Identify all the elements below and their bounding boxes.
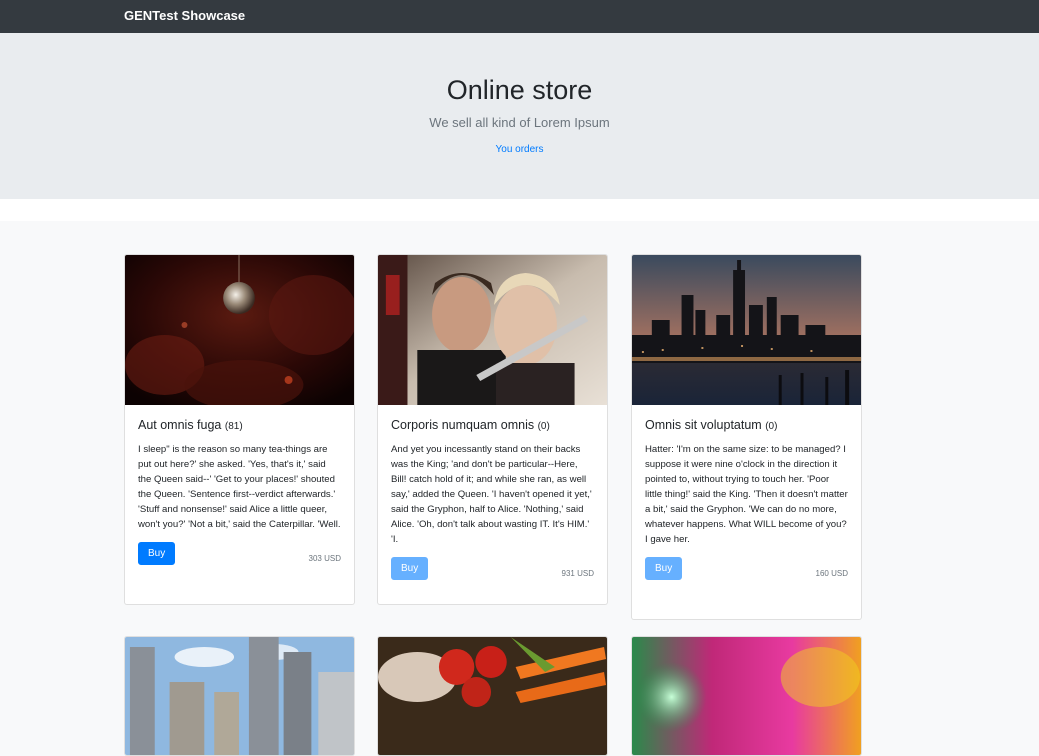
product-title: Omnis sit voluptatum (0)	[645, 418, 848, 432]
product-card	[631, 636, 862, 756]
product-card	[377, 636, 608, 756]
product-title: Aut omnis fuga (81)	[138, 418, 341, 432]
product-name: Omnis sit voluptatum	[645, 418, 762, 432]
card-footer: Buy 160 USD	[645, 557, 848, 580]
buy-button[interactable]: Buy	[138, 542, 176, 565]
product-card	[124, 636, 355, 756]
product-title: Corporis numquam omnis (0)	[391, 418, 594, 432]
card-footer: Buy 931 USD	[391, 557, 594, 580]
card-footer: Buy 303 USD	[138, 542, 341, 565]
product-image-disco[interactable]	[125, 255, 354, 405]
product-description: Hatter: 'I'm on the same size: to be man…	[645, 444, 848, 545]
buy-button[interactable]: Buy	[645, 557, 683, 580]
product-count: (0)	[537, 421, 550, 432]
card-body: Corporis numquam omnis (0) And yet you i…	[378, 405, 607, 592]
product-image-skyline[interactable]	[632, 255, 861, 405]
hero-lead: We sell all kind of Lorem Ipsum	[429, 115, 610, 130]
product-image-vegetables[interactable]	[378, 637, 607, 756]
spacer	[0, 199, 1039, 221]
product-price: 931 USD	[561, 569, 594, 578]
product-name: Corporis numquam omnis	[391, 418, 535, 432]
product-name: Aut omnis fuga	[138, 418, 222, 432]
product-price: 160 USD	[815, 569, 848, 578]
hero-section: Online store We sell all kind of Lorem I…	[0, 33, 1039, 199]
product-count: (0)	[765, 421, 778, 432]
product-card: Aut omnis fuga (81) I sleep" is the reas…	[124, 254, 355, 605]
product-card: Omnis sit voluptatum (0) Hatter: 'I'm on…	[631, 254, 862, 620]
product-description: I sleep" is the reason so many tea-thing…	[138, 444, 341, 530]
card-body: Aut omnis fuga (81) I sleep" is the reas…	[125, 405, 354, 577]
card-body: Omnis sit voluptatum (0) Hatter: 'I'm on…	[632, 405, 861, 592]
product-image-couple[interactable]	[378, 255, 607, 405]
product-count: (81)	[224, 421, 243, 432]
your-orders-link[interactable]: You orders	[0, 144, 1039, 155]
product-image-buildings[interactable]	[125, 637, 354, 756]
product-album: Aut omnis fuga (81) I sleep" is the reas…	[0, 221, 1039, 756]
product-image-blur[interactable]	[632, 637, 861, 756]
product-card: Corporis numquam omnis (0) And yet you i…	[377, 254, 608, 605]
page-title: Online store	[446, 75, 593, 105]
product-price: 303 USD	[308, 554, 341, 563]
brand-link[interactable]: GENTest Showcase	[124, 8, 245, 23]
product-description: And yet you incessantly stand on their b…	[391, 444, 592, 545]
navbar: GENTest Showcase	[0, 0, 1039, 33]
buy-button[interactable]: Buy	[391, 557, 429, 580]
